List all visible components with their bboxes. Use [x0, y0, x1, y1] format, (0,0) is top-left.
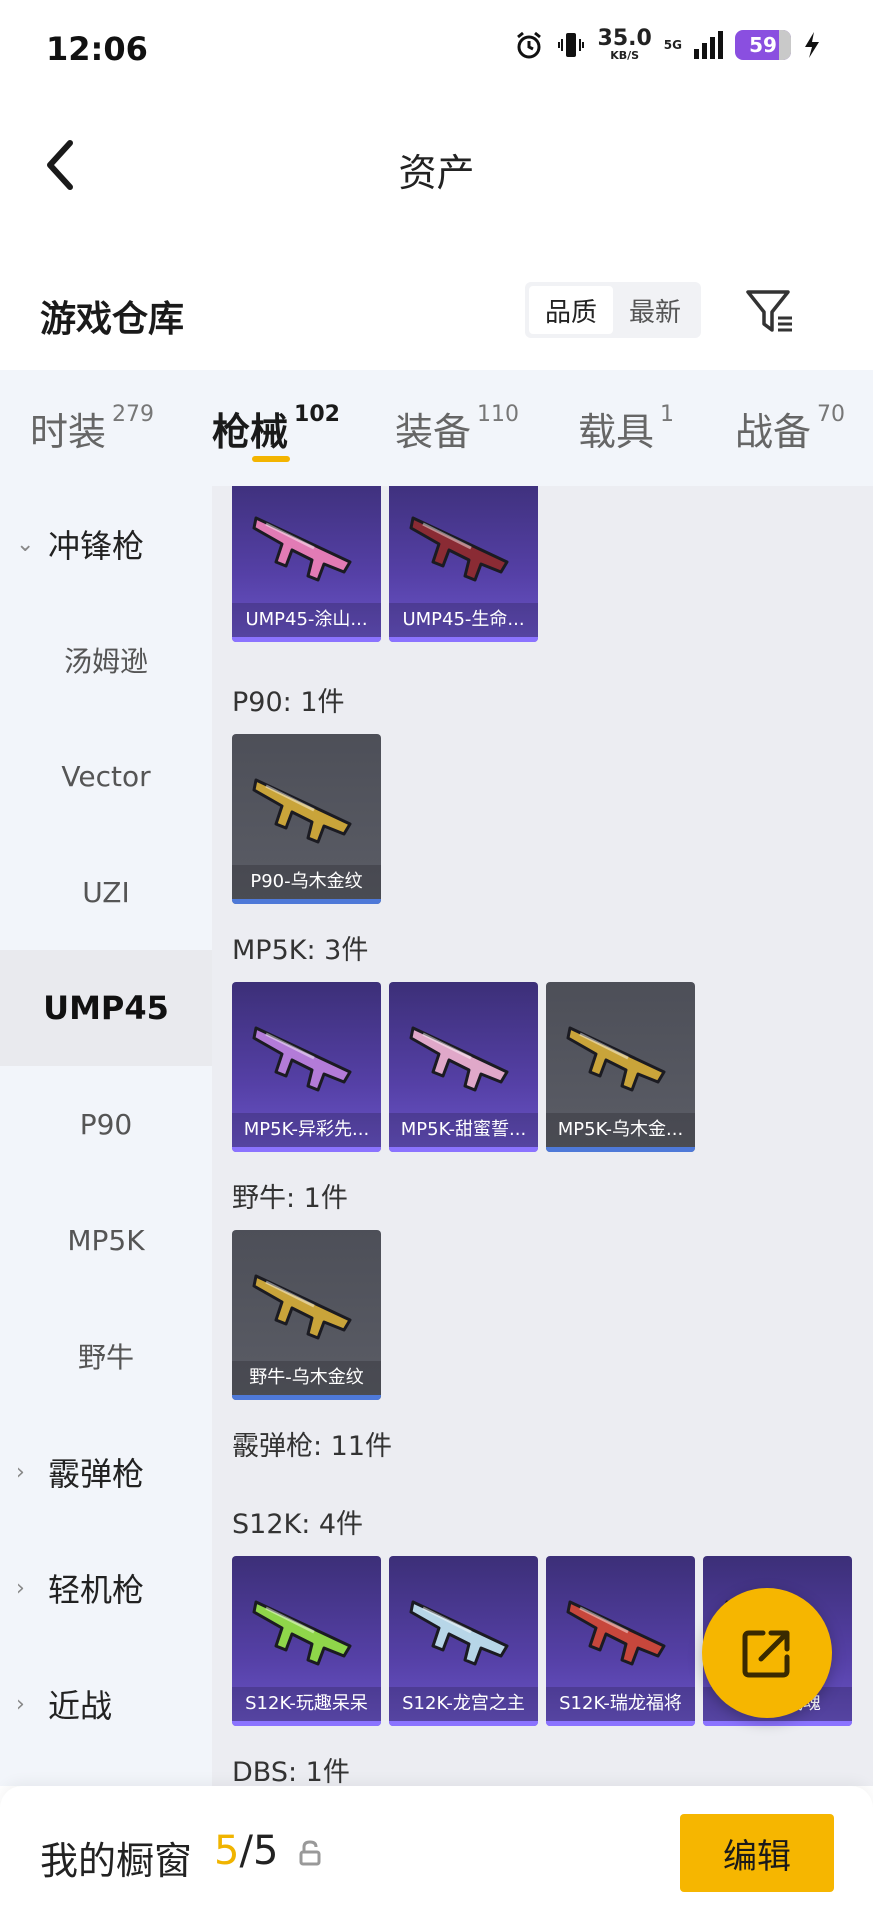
weapon-card-name: S12K-玩趣呆呆 [232, 1687, 381, 1721]
rarity-bar [232, 637, 381, 642]
weapon-image [409, 1026, 509, 1092]
share-external-icon [742, 1630, 790, 1678]
sidebar-item-vector[interactable]: Vector [0, 718, 212, 834]
weapon-image [409, 516, 509, 582]
showcase-label: 我的橱窗 [40, 1839, 193, 1883]
battery-icon: 59 [735, 29, 791, 60]
chevron-right-icon: › [16, 1575, 25, 1601]
group-label-s12k: S12K: 4件 [232, 1509, 364, 1540]
weapon-card[interactable]: S12K-玩趣呆呆 [232, 1556, 381, 1726]
charging-icon [805, 31, 819, 58]
weapon-card-name: MP5K-甜蜜誓... [389, 1113, 538, 1147]
network-type: 5G [663, 37, 682, 52]
chevron-down-icon: ⌄ [16, 531, 35, 557]
net-speed: 35.0 KB/S [597, 26, 652, 62]
weapon-card[interactable]: S12K-瑞龙福将 [546, 1556, 695, 1726]
tab-fashion[interactable]: 时装 279 [30, 370, 154, 486]
weapon-card[interactable]: 野牛-乌木金纹 [232, 1230, 381, 1400]
rarity-bar [546, 1721, 695, 1726]
showcase-count: 5/5 [214, 1828, 279, 1874]
weapon-card[interactable]: MP5K-乌木金... [546, 982, 695, 1152]
status-bar: 12:06 35.0 KB/S 5G 59 [0, 0, 873, 100]
sort-quality-option[interactable]: 品质 [529, 286, 613, 334]
weapon-card-name: 野牛-乌木金纹 [232, 1361, 381, 1395]
sidebar-item-lmg[interactable]: › 轻机枪 [0, 1530, 212, 1646]
weapon-image [252, 516, 352, 582]
signal-icon [694, 30, 723, 59]
category-tabs: 时装 279 枪械 102 装备 110 载具 1 战备 70 [0, 370, 873, 486]
rarity-bar [232, 1721, 381, 1726]
rarity-bar [703, 1721, 852, 1726]
status-time: 12:06 [46, 30, 148, 68]
rarity-bar [232, 1147, 381, 1152]
page-title: 资产 [398, 151, 475, 195]
chevron-right-icon: › [16, 1459, 25, 1485]
weapon-image [252, 778, 352, 844]
group-label-mp5k: MP5K: 3件 [232, 935, 369, 966]
rarity-bar [232, 1395, 381, 1400]
weapon-image [252, 1274, 352, 1340]
weapon-card-name: S12K-瑞龙福将 [546, 1687, 695, 1721]
weapon-card-name: S12K-龙宫之主 [389, 1687, 538, 1721]
sidebar-item-bizon[interactable]: 野牛 [0, 1298, 212, 1414]
sidebar-item-thompson[interactable]: 汤姆逊 [0, 602, 212, 718]
tab-firearms[interactable]: 枪械 102 [212, 370, 340, 486]
weapon-image [566, 1600, 666, 1666]
tab-vehicles[interactable]: 载具 1 [578, 370, 674, 486]
share-fab-button[interactable] [702, 1588, 832, 1718]
sidebar-item-mp5k[interactable]: MP5K [0, 1182, 212, 1298]
group-label-bizon: 野牛: 1件 [232, 1183, 348, 1214]
weapon-card-name: UMP45-涂山... [232, 603, 381, 637]
sort-toggle: 品质 最新 [525, 282, 701, 338]
weapon-card[interactable]: S12K-龙宫之主 [389, 1556, 538, 1726]
weapon-card-name: UMP45-生命... [389, 603, 538, 637]
warehouse-title: 游戏仓库 [40, 299, 185, 340]
sidebar-item-uzi[interactable]: UZI [0, 834, 212, 950]
active-tab-indicator [252, 456, 290, 462]
rarity-bar [546, 1147, 695, 1152]
weapon-image [409, 1600, 509, 1666]
filter-button[interactable] [742, 284, 798, 340]
warehouse-header: 游戏仓库 品质 最新 [0, 250, 873, 370]
weapon-card-name: P90-乌木金纹 [232, 865, 381, 899]
weapon-image [566, 1026, 666, 1092]
sidebar-item-melee[interactable]: › 近战 [0, 1646, 212, 1762]
vibrate-icon [557, 32, 584, 57]
tab-supplies[interactable]: 战备 70 [735, 370, 845, 486]
lock-icon [299, 1840, 321, 1866]
filter-icon [746, 290, 792, 332]
weapon-card[interactable]: MP5K-甜蜜誓... [389, 982, 538, 1152]
rarity-bar [389, 1721, 538, 1726]
sidebar-item-smg[interactable]: ⌄ 冲锋枪 [0, 486, 212, 602]
weapon-card-name: MP5K-乌木金... [546, 1113, 695, 1147]
rarity-bar [389, 637, 538, 642]
weapon-image [252, 1600, 352, 1666]
weapon-card-name: MP5K-异彩先... [232, 1113, 381, 1147]
weapon-card[interactable]: UMP45-生命... [389, 486, 538, 642]
weapon-sidebar: ⌄ 冲锋枪 汤姆逊 Vector UZI UMP45 P90 MP5K 野牛 ›… [0, 486, 212, 1786]
sidebar-item-ump45[interactable]: UMP45 [0, 950, 212, 1066]
weapon-image [252, 1026, 352, 1092]
rarity-bar [389, 1147, 538, 1152]
sidebar-item-shotgun[interactable]: › 霰弹枪 [0, 1414, 212, 1530]
group-label-shotgun: 霰弹枪: 11件 [232, 1431, 393, 1462]
header: 资产 [0, 100, 873, 230]
group-label-dbs: DBS: 1件 [232, 1757, 350, 1786]
chevron-right-icon: › [16, 1691, 25, 1717]
showcase-bar: 我的橱窗 5/5 编辑 [0, 1786, 873, 1920]
weapon-card[interactable]: UMP45-涂山... [232, 486, 381, 642]
group-label-p90: P90: 1件 [232, 687, 345, 718]
alarm-icon [516, 31, 541, 58]
sort-newest-option[interactable]: 最新 [613, 286, 697, 334]
status-icons: 35.0 KB/S 5G 59 [514, 28, 821, 61]
weapon-card[interactable]: MP5K-异彩先... [232, 982, 381, 1152]
weapon-card[interactable]: P90-乌木金纹 [232, 734, 381, 904]
sidebar-item-p90[interactable]: P90 [0, 1066, 212, 1182]
edit-button[interactable]: 编辑 [680, 1814, 834, 1892]
tab-equipment[interactable]: 装备 110 [395, 370, 519, 486]
rarity-bar [232, 899, 381, 904]
